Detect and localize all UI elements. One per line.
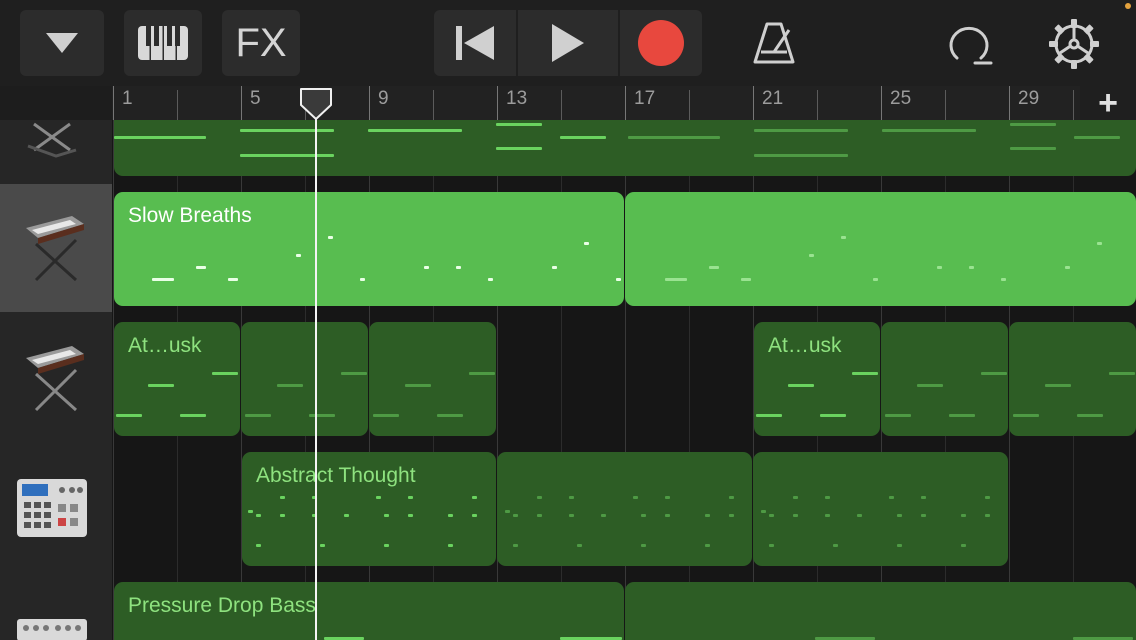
ruler-tick (497, 86, 498, 120)
region-abstract-thought-loop[interactable] (497, 452, 752, 566)
loop-browser-button[interactable] (944, 18, 996, 68)
track-header-5[interactable] (0, 574, 112, 640)
record-icon (638, 20, 684, 66)
notification-dot (1125, 3, 1131, 9)
metronome-icon (753, 22, 795, 64)
control-bar: FX (0, 0, 1136, 86)
bar-number: 21 (762, 88, 784, 109)
tracks-dropdown-button[interactable] (20, 10, 104, 76)
ruler-tick (817, 90, 818, 120)
keyboard-button[interactable] (124, 10, 202, 76)
ruler-tick (561, 90, 562, 120)
region-name: Abstract Thought (256, 464, 416, 487)
bar-number: 29 (1018, 88, 1040, 109)
region-name: At…usk (128, 334, 202, 357)
ruler-tick (177, 90, 178, 120)
bar-number: 17 (634, 88, 656, 109)
playhead-handle[interactable] (299, 87, 333, 121)
region-at-dusk-loop[interactable] (881, 322, 1008, 436)
piano-keys-icon (138, 26, 188, 60)
timeline-ruler[interactable]: 1 5 9 13 17 21 25 29 (112, 86, 1080, 120)
bar-number: 9 (378, 88, 389, 109)
region-name: Pressure Drop Bass (128, 594, 316, 617)
region-pressure-drop-bass[interactable]: Pressure Drop Bass (114, 582, 624, 640)
track-headers (0, 120, 112, 640)
ruler-tick (945, 90, 946, 120)
bar-number: 13 (506, 88, 528, 109)
go-to-start-button[interactable] (434, 10, 516, 76)
track-header-4[interactable] (0, 444, 112, 572)
metronome-button[interactable] (748, 18, 800, 68)
region-slow-breaths-loop[interactable] (625, 192, 1136, 306)
ruler-tick (881, 86, 882, 120)
region-at-dusk-loop[interactable] (1009, 322, 1136, 436)
bar-number: 5 (250, 88, 261, 109)
ruler-tick (1073, 90, 1074, 120)
region-name: At…usk (768, 334, 842, 357)
plus-icon: + (1098, 84, 1118, 122)
loop-icon (949, 26, 993, 65)
region-abstract-thought[interactable]: Abstract Thought (242, 452, 496, 566)
region-abstract-thought-loop[interactable] (753, 452, 1008, 566)
track-header-1[interactable] (0, 120, 112, 182)
region-pressure-drop-bass-loop[interactable] (625, 582, 1136, 640)
settings-button[interactable] (1046, 16, 1102, 72)
keyboard-stand-icon (27, 122, 77, 158)
transport-controls (434, 10, 702, 76)
fx-button[interactable]: FX (222, 10, 300, 76)
chevron-down-icon (46, 33, 78, 53)
ruler-tick (753, 86, 754, 120)
tracks-area[interactable]: Slow Breaths At…usk At…usk Abstract Thou… (112, 120, 1136, 640)
drum-machine-icon (17, 479, 87, 537)
ruler-tick (689, 90, 690, 120)
region-track1[interactable] (114, 120, 1136, 176)
ruler-tick (1009, 86, 1010, 120)
ruler-tick (433, 90, 434, 120)
keyboard-stand-icon (26, 346, 84, 412)
bar-number: 25 (890, 88, 912, 109)
synth-module-icon (17, 619, 87, 640)
region-slow-breaths[interactable]: Slow Breaths (114, 192, 624, 306)
track-header-3[interactable] (0, 314, 112, 442)
add-section-button[interactable]: + (1080, 86, 1136, 120)
region-at-dusk[interactable]: At…usk (114, 322, 240, 436)
play-button[interactable] (518, 10, 618, 76)
ruler-tick (369, 86, 370, 120)
ruler-tick (625, 86, 626, 120)
playhead-line (314, 104, 317, 640)
track-header-2[interactable] (0, 184, 112, 312)
play-icon (552, 24, 584, 62)
keyboard-stand-icon (26, 216, 84, 282)
ruler-tick (241, 86, 242, 120)
gear-icon (1049, 19, 1099, 69)
region-name: Slow Breaths (128, 204, 252, 227)
record-button[interactable] (620, 10, 702, 76)
region-at-dusk-loop[interactable] (369, 322, 496, 436)
ruler-tick (113, 86, 114, 120)
region-at-dusk[interactable]: At…usk (754, 322, 880, 436)
fx-label: FX (235, 20, 287, 65)
region-at-dusk-loop[interactable] (241, 322, 368, 436)
skip-back-icon (456, 26, 494, 60)
bar-number: 1 (122, 88, 133, 109)
